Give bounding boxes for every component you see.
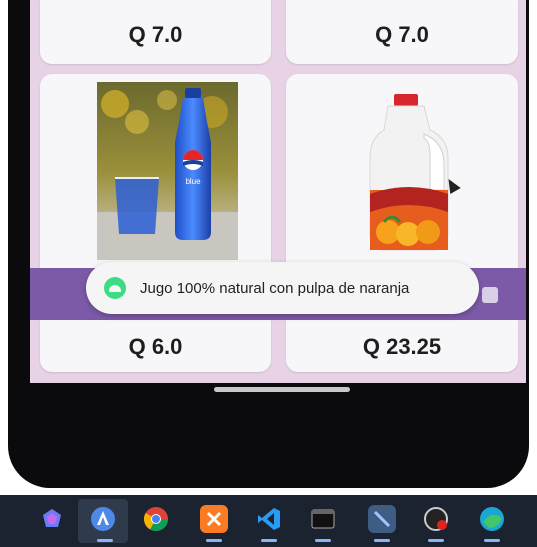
product-price: Q 23.25 bbox=[362, 334, 442, 359]
android-icon bbox=[104, 277, 126, 299]
app-screen: Q 7.0 Q 7.0 blue Q 6.0 Q 23.25 bbox=[30, 0, 526, 383]
product-card-pepsi[interactable]: blue bbox=[40, 74, 271, 270]
product-price: Q 7.0 bbox=[375, 22, 429, 47]
taskbar bbox=[0, 495, 537, 547]
home-gesture-bar[interactable] bbox=[214, 387, 350, 392]
product-card-juice[interactable] bbox=[286, 74, 518, 270]
android-studio-icon[interactable] bbox=[89, 505, 117, 533]
product-card[interactable]: Q 7.0 bbox=[286, 0, 518, 64]
product-price: Q 6.0 bbox=[128, 334, 183, 359]
copilot-icon[interactable] bbox=[38, 505, 66, 533]
screen-recorder-icon[interactable] bbox=[422, 505, 450, 533]
product-card[interactable]: Q 7.0 bbox=[40, 0, 271, 64]
xampp-icon[interactable] bbox=[200, 505, 228, 533]
juice-product-image bbox=[369, 94, 449, 251]
chrome-icon[interactable] bbox=[142, 505, 170, 533]
info-icon bbox=[482, 287, 498, 303]
edge-icon[interactable] bbox=[478, 505, 506, 533]
pepsi-product-image: blue bbox=[97, 82, 238, 260]
toast-message: Jugo 100% natural con pulpa de naranja bbox=[86, 262, 479, 314]
price-card-pepsi[interactable]: Q 6.0 bbox=[40, 320, 271, 372]
phone-frame: Q 7.0 Q 7.0 blue Q 6.0 Q 23.25 Jugo 100%… bbox=[8, 0, 529, 488]
wireshark-icon[interactable] bbox=[368, 505, 396, 533]
product-price: Q 7.0 bbox=[128, 22, 183, 47]
vscode-icon[interactable] bbox=[255, 505, 283, 533]
toast-text: Jugo 100% natural con pulpa de naranja bbox=[140, 279, 410, 297]
terminal-icon[interactable] bbox=[309, 505, 337, 533]
svg-text:blue: blue bbox=[185, 177, 201, 186]
price-card-juice[interactable]: Q 23.25 bbox=[286, 320, 518, 372]
